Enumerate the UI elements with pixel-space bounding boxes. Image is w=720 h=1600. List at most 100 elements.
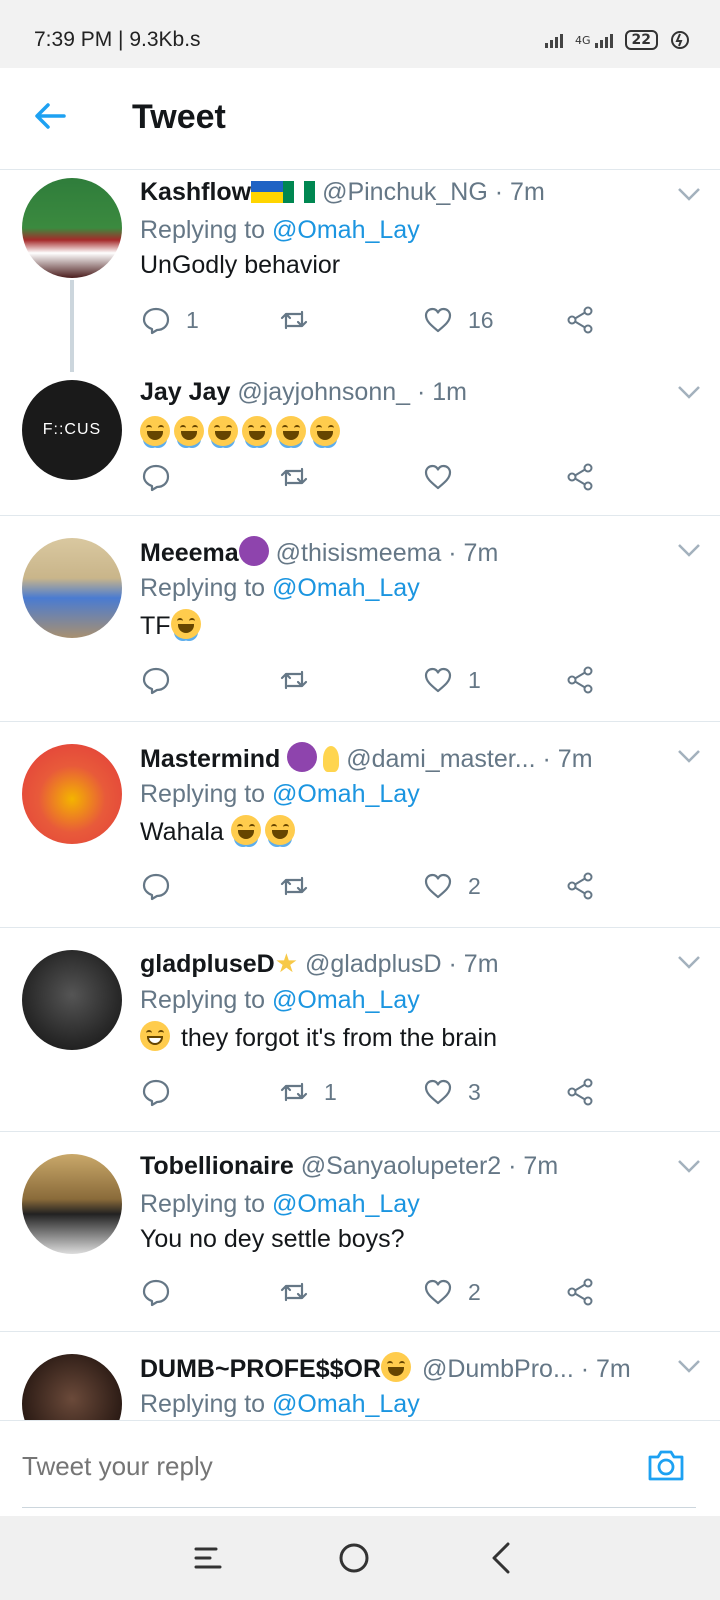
tweet-emojis bbox=[140, 416, 700, 448]
tweet-time: · 7m bbox=[494, 178, 545, 206]
tweet-item[interactable]: gladpluseD★ @gladplusD · 7m Replying to … bbox=[0, 928, 720, 1132]
reply-icon bbox=[142, 667, 170, 695]
author-name[interactable]: DUMB~PROFE$$OR bbox=[140, 1355, 381, 1383]
retweet-icon bbox=[280, 876, 308, 896]
tweet-time: · 7m bbox=[448, 539, 499, 567]
chevron-down-icon[interactable] bbox=[676, 382, 702, 402]
retweet-button[interactable] bbox=[278, 664, 310, 696]
share-icon bbox=[567, 1278, 593, 1306]
like-button[interactable] bbox=[422, 461, 454, 493]
replying-to-link[interactable]: @Omah_Lay bbox=[272, 780, 420, 808]
laughing-crying-emoji bbox=[170, 609, 201, 639]
avatar[interactable] bbox=[22, 178, 122, 278]
replying-to-link[interactable]: @Omah_Lay bbox=[272, 1390, 420, 1418]
share-icon bbox=[567, 666, 593, 694]
reply-button[interactable]: 1 bbox=[140, 304, 199, 336]
chevron-down-icon[interactable] bbox=[676, 952, 702, 972]
retweet-button[interactable] bbox=[278, 461, 310, 493]
like-button[interactable]: 2 bbox=[422, 1276, 481, 1308]
like-button[interactable]: 16 bbox=[422, 304, 494, 336]
like-button[interactable]: 2 bbox=[422, 870, 481, 902]
home-icon[interactable] bbox=[334, 1538, 374, 1578]
author-name[interactable]: gladpluseD bbox=[140, 950, 275, 978]
menu-icon[interactable] bbox=[188, 1538, 228, 1578]
devil-emoji bbox=[238, 536, 269, 566]
reply-count: 1 bbox=[186, 306, 199, 333]
share-button[interactable] bbox=[564, 870, 596, 902]
signal-icon-2 bbox=[594, 32, 613, 48]
replying-to: Replying to @Omah_Lay bbox=[140, 1390, 420, 1418]
tweet-time: · 7m bbox=[508, 1152, 559, 1180]
chevron-down-icon[interactable] bbox=[676, 746, 702, 766]
author-handle[interactable]: @dami_master... bbox=[346, 745, 535, 773]
reply-button[interactable] bbox=[140, 1076, 172, 1108]
tweet-text: TF bbox=[140, 609, 700, 641]
tweet-item[interactable]: DUMB~PROFE$$OR @DumbPro... · 7m Replying… bbox=[0, 1332, 720, 1420]
reply-button[interactable] bbox=[140, 664, 172, 696]
tweet-item[interactable]: Mastermind @dami_master... · 7m Replying… bbox=[0, 722, 720, 928]
replying-to-link[interactable]: @Omah_Lay bbox=[272, 986, 420, 1014]
retweet-button[interactable]: 1 bbox=[278, 1076, 337, 1108]
author-handle[interactable]: @jayjohnsonn_ bbox=[237, 378, 410, 406]
chevron-down-icon[interactable] bbox=[676, 540, 702, 560]
reply-button[interactable] bbox=[140, 870, 172, 902]
author-name[interactable]: Mastermind bbox=[140, 745, 280, 773]
avatar[interactable] bbox=[22, 538, 122, 638]
heart-icon bbox=[424, 873, 452, 899]
replying-to-link[interactable]: @Omah_Lay bbox=[272, 216, 420, 244]
camera-icon[interactable] bbox=[646, 1445, 686, 1485]
like-button[interactable]: 1 bbox=[422, 664, 481, 696]
avatar[interactable] bbox=[22, 1154, 122, 1254]
avatar-text: F::CUS bbox=[42, 421, 102, 438]
author-handle[interactable]: @gladplusD bbox=[305, 950, 442, 978]
author-handle[interactable]: @DumbPro... bbox=[422, 1355, 574, 1383]
chevron-down-icon[interactable] bbox=[676, 1356, 702, 1376]
avatar[interactable] bbox=[22, 744, 122, 844]
author-name[interactable]: Jay Jay bbox=[140, 378, 230, 406]
reply-button[interactable] bbox=[140, 461, 172, 493]
share-button[interactable] bbox=[564, 461, 596, 493]
reply-input[interactable] bbox=[22, 1451, 582, 1482]
replying-to-link[interactable]: @Omah_Lay bbox=[272, 1190, 420, 1218]
reply-button[interactable] bbox=[140, 1276, 172, 1308]
tweet-item[interactable]: Tobellionaire @Sanyaolupeter2 · 7m Reply… bbox=[0, 1132, 720, 1332]
share-button[interactable] bbox=[564, 304, 596, 336]
author-name[interactable]: Tobellionaire bbox=[140, 1152, 294, 1180]
author-handle[interactable]: @thisismeema bbox=[276, 539, 442, 567]
nigeria-flag-icon bbox=[283, 181, 316, 203]
like-button[interactable]: 3 bbox=[422, 1076, 481, 1108]
battery-icon: 22 bbox=[624, 30, 658, 50]
share-button[interactable] bbox=[564, 664, 596, 696]
tweet-item[interactable]: Meeema @thisismeema · 7m Replying to @Om… bbox=[0, 516, 720, 722]
retweet-button[interactable] bbox=[278, 1276, 310, 1308]
author-handle[interactable]: @Sanyaolupeter2 bbox=[301, 1152, 502, 1180]
input-underline bbox=[22, 1507, 696, 1508]
chevron-down-icon[interactable] bbox=[676, 1156, 702, 1176]
back-arrow-icon[interactable] bbox=[30, 96, 70, 136]
avatar[interactable] bbox=[22, 1354, 122, 1420]
back-icon[interactable] bbox=[482, 1538, 522, 1578]
share-icon bbox=[567, 463, 593, 491]
share-button[interactable] bbox=[564, 1276, 596, 1308]
tweet-item[interactable]: Kashflow @Pinchuk_NG · 7m Replying to @O… bbox=[0, 170, 720, 372]
exploding-head-emoji bbox=[381, 1352, 412, 1382]
tweet-item[interactable]: F::CUS Jay Jay @jayjohnsonn_ · 1m bbox=[0, 358, 720, 516]
signal-icon bbox=[544, 32, 563, 48]
avatar[interactable] bbox=[22, 950, 122, 1050]
lightbulb-emoji bbox=[323, 746, 340, 772]
chevron-down-icon[interactable] bbox=[676, 184, 702, 204]
author-handle[interactable]: @Pinchuk_NG bbox=[322, 178, 488, 206]
share-button[interactable] bbox=[564, 1076, 596, 1108]
like-count: 3 bbox=[468, 1078, 481, 1105]
avatar[interactable]: F::CUS bbox=[22, 380, 122, 480]
replying-to-link[interactable]: @Omah_Lay bbox=[272, 574, 420, 602]
retweet-button[interactable] bbox=[278, 304, 324, 336]
heart-icon bbox=[424, 1079, 452, 1105]
author-name[interactable]: Meeema bbox=[140, 539, 239, 567]
data-saver-icon bbox=[671, 31, 689, 49]
retweet-button[interactable] bbox=[278, 870, 310, 902]
replying-to: Replying to @Omah_Lay bbox=[140, 986, 420, 1014]
replies-feed[interactable]: Kashflow @Pinchuk_NG · 7m Replying to @O… bbox=[0, 170, 720, 1420]
author-name[interactable]: Kashflow bbox=[140, 178, 251, 206]
network-type: 4G bbox=[574, 33, 591, 47]
